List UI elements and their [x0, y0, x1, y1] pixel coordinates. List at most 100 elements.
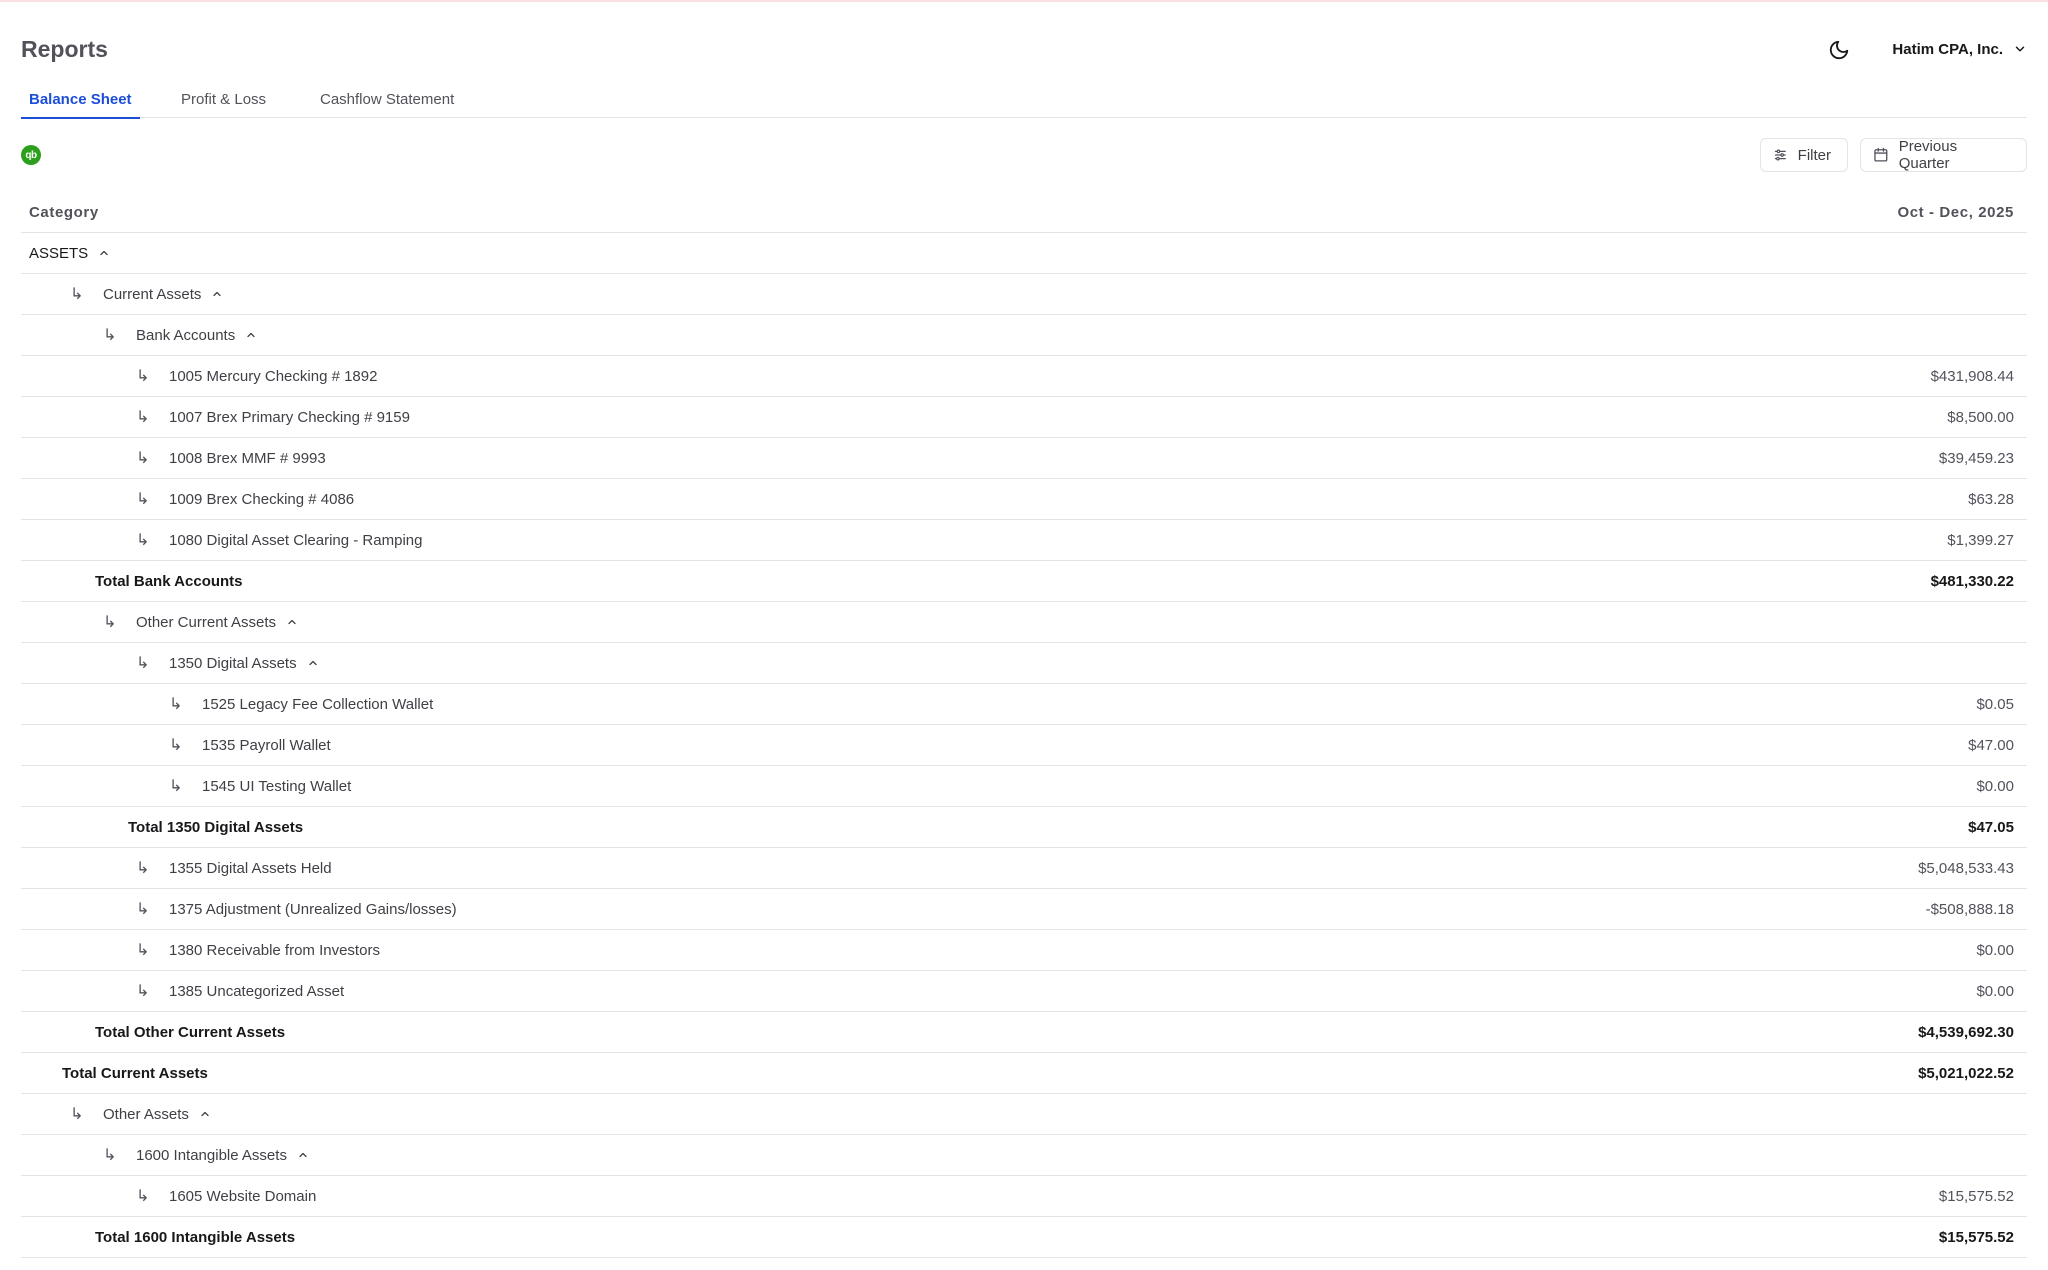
subdirectory-arrow-icon: ↳ [103, 327, 117, 344]
row-label: 1350 Digital Assets [169, 654, 297, 672]
row-amount: $0.00 [1976, 777, 2014, 795]
subdirectory-arrow-icon: ↳ [169, 737, 183, 754]
table-row: ↳ 1355 Digital Assets Held $5,048,533.43 [21, 848, 2027, 889]
filter-button-label: Filter [1797, 146, 1831, 164]
row-amount: $5,021,022.52 [1918, 1064, 2014, 1082]
row-label: 1355 Digital Assets Held [169, 859, 332, 877]
subdirectory-arrow-icon: ↳ [136, 409, 150, 426]
table-row[interactable]: ↳ Other Current Assets [21, 602, 2027, 643]
row-amount: $15,575.52 [1938, 1187, 2014, 1205]
row-amount: $47.05 [1968, 818, 2014, 836]
row-category-cell: ↳ 1600 Intangible Assets [103, 1135, 309, 1175]
chevron-up-icon[interactable] [211, 288, 223, 300]
subdirectory-arrow-icon: ↳ [136, 983, 150, 1000]
subdirectory-arrow-icon: ↳ [70, 286, 84, 303]
subdirectory-arrow-icon: ↳ [103, 1147, 117, 1164]
subdirectory-arrow-icon: ↳ [70, 1106, 84, 1123]
top-accent-line [0, 0, 2048, 2]
row-category-cell: ↳ 1009 Brex Checking # 4086 [136, 479, 354, 519]
row-category-cell: Total Other Current Assets [95, 1012, 285, 1052]
row-label: 1375 Adjustment (Unrealized Gains/losses… [169, 900, 457, 918]
tab-balance-sheet[interactable]: Balance Sheet [21, 88, 140, 119]
tab-profit-loss[interactable]: Profit & Loss [181, 88, 266, 118]
subdirectory-arrow-icon: ↳ [136, 1188, 150, 1205]
subdirectory-arrow-icon: ↳ [136, 860, 150, 877]
row-label: Total Bank Accounts [95, 572, 243, 590]
table-row: ↳ 1380 Receivable from Investors $0.00 [21, 930, 2027, 971]
table-row[interactable]: ↳ 1600 Intangible Assets [21, 1135, 2027, 1176]
row-label: Total 1350 Digital Assets [128, 818, 304, 836]
row-amount: $47.00 [1968, 736, 2014, 754]
row-label: 1545 UI Testing Wallet [202, 777, 352, 795]
chevron-up-icon[interactable] [199, 1108, 211, 1120]
table-row[interactable]: ↳ Other Assets [21, 1094, 2027, 1135]
row-label: 1605 Website Domain [169, 1187, 317, 1205]
row-category-cell: ↳ 1350 Digital Assets [136, 643, 319, 683]
subdirectory-arrow-icon: ↳ [136, 532, 150, 549]
table-row-total: Total 1600 Intangible Assets $15,575.52 [21, 1217, 2027, 1258]
table-row: ↳ 1009 Brex Checking # 4086 $63.28 [21, 479, 2027, 520]
table-row: ↳ 1525 Legacy Fee Collection Wallet $0.05 [21, 684, 2027, 725]
row-label: Total Other Current Assets [95, 1023, 286, 1041]
subdirectory-arrow-icon: ↳ [169, 696, 183, 713]
chevron-up-icon[interactable] [307, 657, 319, 669]
subdirectory-arrow-icon: ↳ [136, 901, 150, 918]
filter-button[interactable]: Filter [1760, 138, 1848, 172]
company-name: Hatim CPA, Inc. [1892, 40, 2003, 58]
table-row[interactable]: ↳ Current Assets [21, 274, 2027, 315]
row-category-cell: ↳ Current Assets [70, 274, 223, 314]
row-amount: $481,330.22 [1930, 572, 2014, 590]
table-body: ASSETS ↳ Current Assets ↳ Bank Accounts ↳ 1005… [21, 233, 2027, 1258]
row-category-cell: ↳ Other Current Assets [103, 602, 298, 642]
row-label: Current Assets [103, 285, 202, 303]
chevron-up-icon[interactable] [98, 247, 110, 259]
tab-cashflow-statement[interactable]: Cashflow Statement [320, 88, 454, 118]
table-row: ↳ 1545 UI Testing Wallet $0.00 [21, 766, 2027, 807]
table-row: ↳ 1605 Website Domain $15,575.52 [21, 1176, 2027, 1217]
row-amount: $0.00 [1976, 941, 2014, 959]
chevron-up-icon[interactable] [286, 616, 298, 628]
row-category-cell: ↳ 1375 Adjustment (Unrealized Gains/losse… [136, 889, 457, 929]
row-label: 1009 Brex Checking # 4086 [169, 490, 355, 508]
column-header-period: Oct - Dec, 2025 [1897, 204, 2014, 221]
sliders-icon [1774, 149, 1786, 161]
row-category-cell: ASSETS [29, 233, 110, 273]
table-row[interactable]: ASSETS [21, 233, 2027, 274]
row-category-cell: ↳ 1535 Payroll Wallet [169, 725, 331, 765]
row-amount: $5,048,533.43 [1918, 859, 2014, 877]
period-selector-label: Previous Quarter [1898, 138, 1958, 172]
table-row: ↳ 1005 Mercury Checking # 1892 $431,908.44 [21, 356, 2027, 397]
row-category-cell: ↳ 1007 Brex Primary Checking # 9159 [136, 397, 410, 437]
row-category-cell: ↳ 1545 UI Testing Wallet [169, 766, 351, 806]
dark-mode-toggle[interactable] [1825, 36, 1853, 64]
row-amount: $15,575.52 [1938, 1228, 2014, 1246]
row-category-cell: Total 1600 Intangible Assets [95, 1217, 295, 1257]
subdirectory-arrow-icon: ↳ [136, 942, 150, 959]
period-selector-button[interactable]: Previous Quarter [1860, 138, 2027, 172]
row-label: Other Current Assets [136, 613, 277, 631]
chevron-up-icon[interactable] [297, 1149, 309, 1161]
subdirectory-arrow-icon: ↳ [169, 778, 183, 795]
row-category-cell: ↳ 1385 Uncategorized Asset [136, 971, 344, 1011]
report-tabs: Balance Sheet Profit & Loss Cashflow Sta… [21, 88, 2027, 119]
table-row: ↳ 1007 Brex Primary Checking # 9159 $8,500… [21, 397, 2027, 438]
row-amount: $39,459.23 [1938, 449, 2014, 467]
row-category-cell: ↳ 1355 Digital Assets Held [136, 848, 332, 888]
table-row[interactable]: ↳ Bank Accounts [21, 315, 2027, 356]
page-header: Reports Hatim CPA, Inc. [21, 34, 2027, 74]
calendar-icon [1874, 147, 1888, 162]
row-label: Total 1600 Intangible Assets [95, 1228, 296, 1246]
company-selector[interactable]: Hatim CPA, Inc. [1892, 34, 2027, 64]
table-header: Category Oct - Dec, 2025 [21, 192, 2027, 233]
table-row-total: Total Other Current Assets $4,539,692.30 [21, 1012, 2027, 1053]
subdirectory-arrow-icon: ↳ [136, 491, 150, 508]
subdirectory-arrow-icon: ↳ [103, 614, 117, 631]
quickbooks-logo: qb [21, 145, 41, 165]
chevron-up-icon[interactable] [245, 329, 257, 341]
table-row[interactable]: ↳ 1350 Digital Assets [21, 643, 2027, 684]
row-label: 1385 Uncategorized Asset [169, 982, 345, 1000]
row-category-cell: Total Current Assets [62, 1053, 208, 1093]
subdirectory-arrow-icon: ↳ [136, 368, 150, 385]
row-category-cell: Total 1350 Digital Assets [128, 807, 303, 847]
row-amount: $431,908.44 [1930, 367, 2014, 385]
